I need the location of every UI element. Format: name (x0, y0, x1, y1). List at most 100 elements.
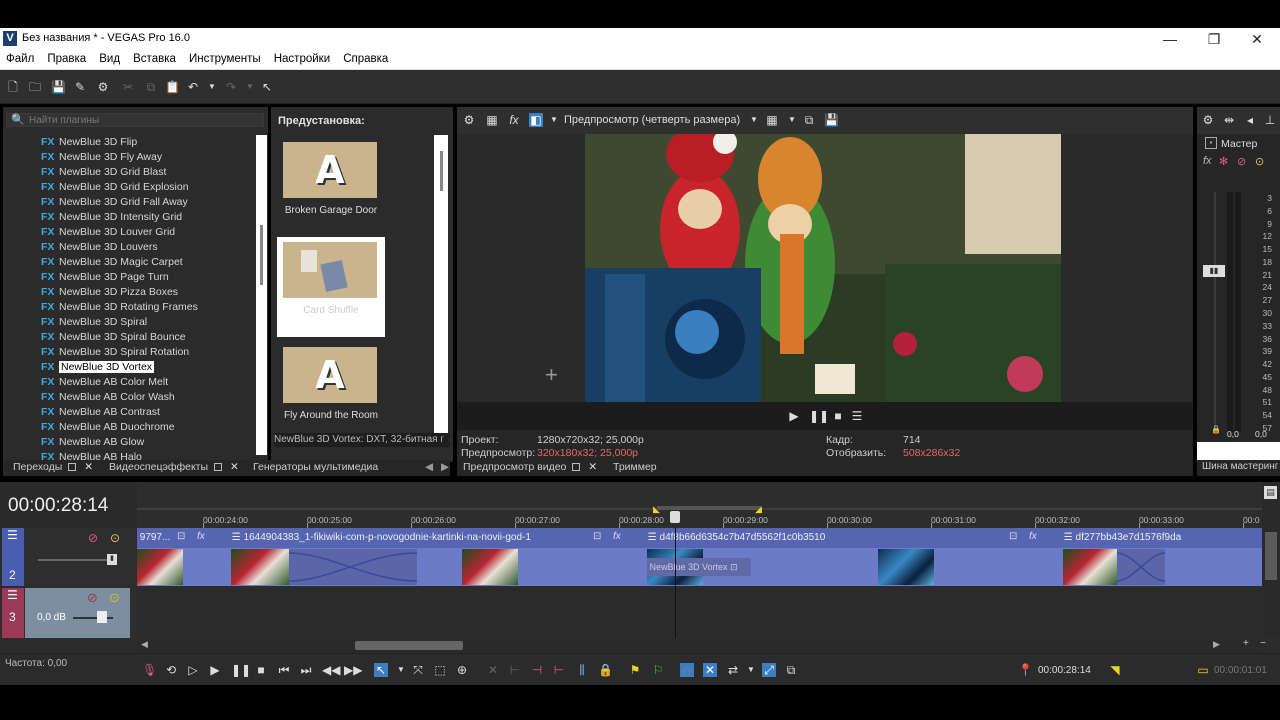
crossfade-region[interactable] (1116, 549, 1166, 585)
ripple-dropdown-icon[interactable]: ▼ (744, 663, 758, 677)
plugin-item[interactable]: FX NewBlue 3D Fly Away (41, 150, 256, 165)
previous-frame-icon[interactable]: ◀◀ (322, 663, 340, 677)
play-icon[interactable]: ▶ (787, 409, 801, 423)
fader-lock-icon[interactable]: 🔒 (1211, 425, 1221, 434)
plugin-item[interactable]: FX NewBlue AB Duochrome (41, 420, 256, 435)
paste-icon[interactable]: 📋 (165, 80, 180, 94)
tab-transitions[interactable]: Переходы ✕ (13, 461, 93, 473)
envelope-tool-icon[interactable]: ⤧ (411, 663, 425, 677)
pause-icon[interactable]: ❚❚ (809, 409, 829, 423)
transition-label[interactable]: NewBlue 3D Vortex ⊡ (647, 558, 751, 576)
quality-dropdown-icon[interactable]: ▼ (747, 113, 761, 127)
ripple-edit-icon[interactable]: ⇄ (726, 663, 740, 677)
timeline-menu-icon[interactable]: ▤ (1264, 486, 1277, 499)
lock-envelopes-icon[interactable]: ⤢ (762, 663, 776, 677)
split-icon[interactable]: ⫼ (575, 663, 589, 677)
menu-file[interactable]: Файл (2, 50, 38, 68)
master-fader-handle[interactable]: ▮▮ (1203, 265, 1225, 277)
zoom-tool-icon[interactable]: ⊕ (455, 663, 469, 677)
grid-dropdown-icon[interactable]: ▼ (785, 113, 799, 127)
fx-icon[interactable]: fx (507, 113, 521, 127)
scroll-left-icon[interactable]: ◀ (141, 639, 148, 650)
composite-level-slider[interactable] (38, 559, 113, 561)
save-icon[interactable]: 💾 (51, 80, 66, 94)
tab-media-generators[interactable]: Генераторы мультимедиа (253, 461, 378, 473)
playhead-handle[interactable] (670, 511, 680, 523)
split-dropdown-icon[interactable]: ▼ (547, 113, 561, 127)
plugin-item[interactable]: FX NewBlue 3D Page Turn (41, 270, 256, 285)
plugin-item[interactable]: FX NewBlue 3D Intensity Grid (41, 210, 256, 225)
audio-track-lane[interactable] (137, 588, 1262, 638)
gear-icon[interactable]: ⚙ (96, 80, 110, 94)
menu-icon[interactable]: ☰ (850, 409, 864, 423)
time-ruler[interactable]: ◣ ◢ 00:00:24:00 00:00:25:00 00:00:26:00 00:… (137, 482, 1262, 528)
save-as-icon[interactable]: ✎ (73, 80, 87, 94)
marker-icon[interactable]: ⚑ (628, 663, 642, 677)
menu-tools[interactable]: Инструменты (185, 50, 265, 68)
event-pan-crop-icon[interactable]: ⊡ (593, 531, 601, 542)
stop-icon[interactable]: ■ (831, 409, 845, 423)
play-icon[interactable]: ▶ (208, 663, 222, 677)
scroll-right-icon[interactable]: ▶ (1213, 639, 1220, 650)
tab-trimmer[interactable]: Триммер (613, 461, 657, 473)
zoom-out-icon[interactable]: − (1260, 638, 1266, 649)
event-fx-icon[interactable]: fx (613, 531, 621, 542)
plugin-item[interactable]: FX NewBlue 3D Louvers (41, 240, 256, 255)
preview-settings-icon[interactable]: ⚙ (462, 113, 476, 127)
dim-icon[interactable]: ◂ (1243, 113, 1257, 127)
undo-dropdown-icon[interactable]: ▼ (205, 80, 219, 94)
lock-icon[interactable]: 🔒 (598, 663, 613, 677)
tab-scroll-left-icon[interactable]: ◀ (425, 461, 433, 473)
event-header[interactable]: ☰ df277bb43e7d1576f9da (1061, 528, 1262, 548)
plugin-item[interactable]: FX NewBlue 3D Flip (41, 135, 256, 150)
solo-icon[interactable]: ⊙ (1255, 155, 1264, 168)
trim-start-icon[interactable]: ⊣ (530, 663, 544, 677)
loop-start-marker-icon[interactable]: ◣ (653, 504, 660, 515)
zoom-in-icon[interactable]: + (1243, 638, 1249, 649)
master-settings-icon[interactable]: ⚙ (1201, 113, 1215, 127)
event-header[interactable]: ☰ 1644904383_1-fikiwiki-com-p-novogodnie… (229, 528, 645, 548)
plugin-search-input[interactable]: 🔍 Найти плагины (6, 113, 264, 127)
go-to-end-icon[interactable]: ⏭ (299, 663, 313, 677)
record-icon[interactable]: 🎙 (142, 663, 157, 677)
trim-icon[interactable]: ⊢ (508, 663, 522, 677)
cut-icon[interactable]: ✂ (121, 80, 135, 94)
plugin-item[interactable]: FX NewBlue 3D Vortex (41, 360, 256, 375)
plugin-item[interactable]: FX NewBlue 3D Pizza Boxes (41, 285, 256, 300)
track-solo-icon[interactable]: ⊙ (109, 590, 120, 606)
plugin-item[interactable]: FX NewBlue 3D Grid Fall Away (41, 195, 256, 210)
minimize-button[interactable]: — (1150, 29, 1190, 49)
menu-insert[interactable]: Вставка (129, 50, 180, 68)
plugin-item[interactable]: FX NewBlue 3D Spiral Rotation (41, 345, 256, 360)
plugin-item[interactable]: FX NewBlue 3D Rotating Frames (41, 300, 256, 315)
split-screen-icon[interactable]: ◧ (529, 113, 543, 127)
event-header[interactable]: ☰ d4f8b66d6354c7b47d5562f1c0b3510 (645, 528, 1061, 548)
mute-icon[interactable]: ⊘ (1237, 155, 1246, 168)
restore-button[interactable]: ❐ (1194, 29, 1234, 49)
plugin-item[interactable]: FX NewBlue 3D Spiral (41, 315, 256, 330)
menu-view[interactable]: Вид (95, 50, 124, 68)
copy-snapshot-icon[interactable]: ⧉ (802, 113, 816, 127)
preset-item-selected[interactable]: Card Shuffle (277, 237, 385, 337)
menu-help[interactable]: Справка (339, 50, 392, 68)
plugin-item[interactable]: FX NewBlue AB Color Melt (41, 375, 256, 390)
open-folder-icon[interactable]: 🗀 (28, 80, 42, 94)
plugin-item[interactable]: FX NewBlue 3D Grid Blast (41, 165, 256, 180)
new-file-icon[interactable]: 🗋 (6, 80, 20, 94)
event-fx-icon[interactable]: fx (1029, 531, 1037, 542)
snowflake-icon[interactable]: ✻ (1219, 155, 1228, 168)
tab-video-fx[interactable]: Видеоспецэффекты ✕ (109, 461, 239, 473)
loop-icon[interactable]: ⟲ (164, 663, 178, 677)
plugin-item[interactable]: FX NewBlue 3D Grid Explosion (41, 180, 256, 195)
track-mute-icon[interactable]: ⊘ (88, 531, 98, 545)
volume-slider-handle[interactable] (97, 611, 107, 623)
preset-item[interactable]: A Fly Around the Room (277, 342, 385, 442)
next-frame-icon[interactable]: ▶▶ (344, 663, 362, 677)
lock-icon[interactable]: ⊥ (1263, 113, 1277, 127)
help-pointer-icon[interactable]: ↖ (260, 80, 274, 94)
save-snapshot-icon[interactable]: 💾 (824, 113, 839, 127)
volume-slider[interactable] (73, 617, 113, 619)
plugin-item[interactable]: FX NewBlue 3D Magic Carpet (41, 255, 256, 270)
menu-edit[interactable]: Правка (43, 50, 90, 68)
stop-icon[interactable]: ■ (254, 663, 268, 677)
